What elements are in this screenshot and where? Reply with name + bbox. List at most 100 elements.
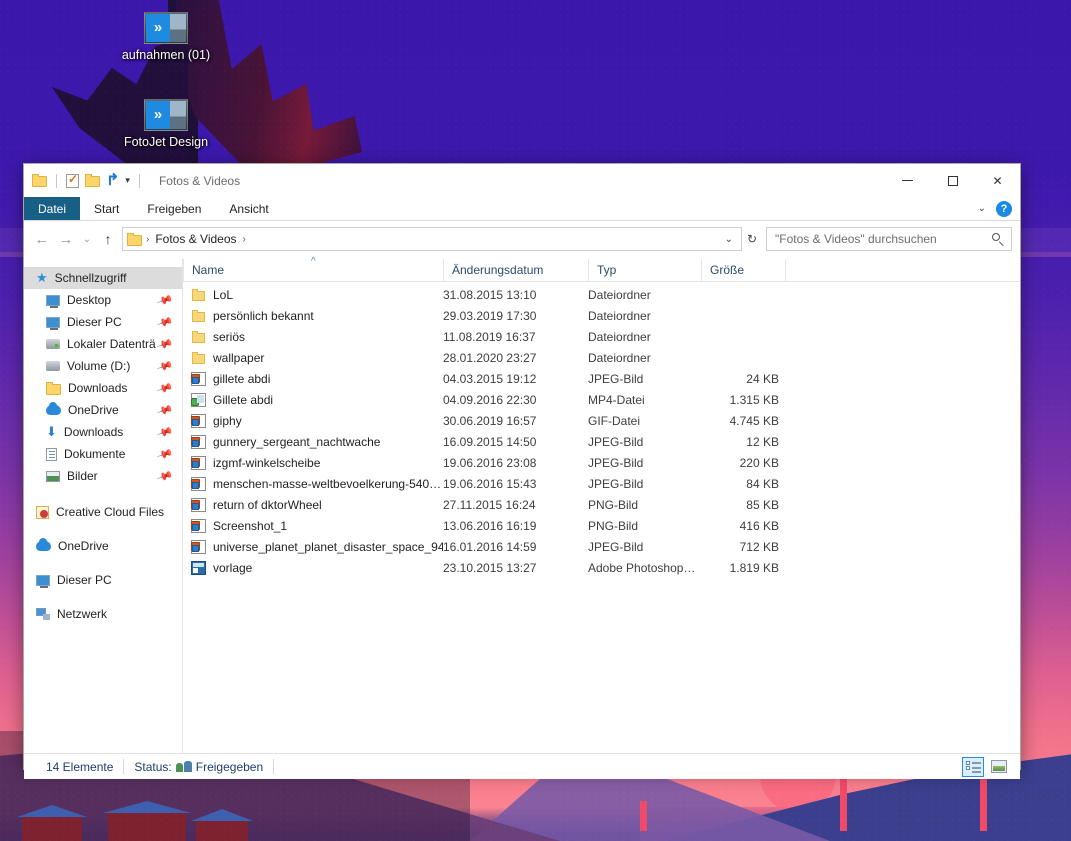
table-row[interactable]: persönlich bekannt 29.03.2019 17:30 Dateio… <box>183 305 1020 326</box>
chevron-down-icon[interactable]: ⌄ <box>725 234 737 245</box>
large-icons-view-button[interactable] <box>988 757 1010 777</box>
pin-icon[interactable]: 📌 <box>156 357 174 375</box>
help-icon[interactable]: ? <box>996 200 1012 217</box>
cell-name[interactable]: LoL <box>183 288 443 302</box>
forward-button[interactable]: → <box>54 227 78 251</box>
folder-icon <box>191 351 206 365</box>
table-row[interactable]: Gillete abdi 04.09.2016 22:30 MP4-Datei 1.3… <box>183 389 1020 410</box>
pin-icon[interactable]: 📌 <box>156 467 174 485</box>
table-row[interactable]: wallpaper 28.01.2020 23:27 Dateiordner <box>183 347 1020 368</box>
sidebar-item-label: Dokumente <box>64 447 126 461</box>
sidebar-item-label: Downloads <box>63 425 124 439</box>
cell-name[interactable]: vorlage <box>183 560 443 575</box>
tab-ansicht[interactable]: Ansicht <box>215 197 282 220</box>
file-name: menschen-masse-weltbevoelkerung-540… <box>213 476 442 491</box>
properties-icon[interactable] <box>66 172 79 188</box>
drive-icon <box>46 361 60 371</box>
sidebar-item-onedrive-pinned[interactable]: OneDrive 📌 <box>24 399 182 421</box>
pin-icon[interactable]: 📌 <box>156 445 174 463</box>
cell-type: PNG-Bild <box>588 518 639 533</box>
desktop-icon-fotojet[interactable]: » FotoJet Design <box>110 99 222 150</box>
table-row[interactable]: vorlage 23.10.2015 13:27 Adobe Photoshop… 1… <box>183 557 1020 578</box>
table-row[interactable]: menschen-masse-weltbevoelkerung-540… 19.0… <box>183 473 1020 494</box>
file-rows: LoL 31.08.2015 13:10 Dateiordner persönlich… <box>183 282 1020 753</box>
cell-name[interactable]: gunnery_sergeant_nachtwache <box>183 434 443 449</box>
cell-size: 712 KB <box>739 539 779 554</box>
column-header-type[interactable]: Typ <box>588 259 701 281</box>
cell-name[interactable]: Gillete abdi <box>183 392 443 407</box>
maximize-button[interactable] <box>930 164 975 197</box>
expand-ribbon-icon[interactable]: ⌄ <box>978 203 986 214</box>
pin-icon[interactable]: 📌 <box>156 423 174 441</box>
sidebar-item-dokumente[interactable]: Dokumente 📌 <box>24 443 182 465</box>
sidebar-item-schnellzugriff[interactable]: ★ Schnellzugriff <box>24 267 182 289</box>
new-folder-icon[interactable] <box>85 174 100 187</box>
table-row[interactable]: gunnery_sergeant_nachtwache 16.09.2015 14… <box>183 431 1020 452</box>
table-row[interactable]: return of dktorWheel 27.11.2015 16:24 PNG-… <box>183 494 1020 515</box>
cell-name[interactable]: menschen-masse-weltbevoelkerung-540… <box>183 476 443 491</box>
minimize-button[interactable] <box>885 164 930 197</box>
search-icon[interactable] <box>992 232 1005 246</box>
pin-icon[interactable]: 📌 <box>156 291 174 309</box>
sidebar-item-downloads-folder[interactable]: Downloads 📌 <box>24 377 182 399</box>
cell-name[interactable]: return of dktorWheel <box>183 497 443 512</box>
sidebar-item-dieser-pc[interactable]: Dieser PC 📌 <box>24 311 182 333</box>
cell-name[interactable]: universe_planet_planet_disaster_space_94… <box>183 539 443 554</box>
breadcrumb-separator[interactable]: › <box>243 234 246 245</box>
cell-name[interactable]: wallpaper <box>183 351 443 365</box>
cell-name[interactable]: gillete abdi <box>183 371 443 386</box>
search-input[interactable] <box>773 231 992 247</box>
table-row[interactable]: giphy 30.06.2019 16:57 GIF-Datei 4.745 KB <box>183 410 1020 431</box>
sidebar-item-creative-cloud-files[interactable]: Creative Cloud Files <box>24 501 182 523</box>
desktop-icon-aufnahmen[interactable]: » aufnahmen (01) <box>110 12 222 63</box>
table-row[interactable]: seriös 11.08.2019 16:37 Dateiordner <box>183 326 1020 347</box>
cell-name[interactable]: seriös <box>183 330 443 344</box>
cell-size: 1.819 KB <box>729 560 779 575</box>
table-row[interactable]: izgmf-winkelscheibe 19.06.2016 23:08 JPEG-… <box>183 452 1020 473</box>
cell-name[interactable]: Screenshot_1 <box>183 518 443 533</box>
up-button[interactable]: ↑ <box>96 227 120 251</box>
close-button[interactable]: ✕ <box>975 164 1020 197</box>
column-header-date[interactable]: Änderungsdatum <box>443 259 588 281</box>
sidebar-item-label: Dieser PC <box>57 573 112 587</box>
pin-icon[interactable]: 📌 <box>156 313 174 331</box>
tab-freigeben[interactable]: Freigeben <box>133 197 215 220</box>
table-row[interactable]: universe_planet_planet_disaster_space_94… <box>183 536 1020 557</box>
folder-icon[interactable] <box>32 174 47 187</box>
table-row[interactable]: Screenshot_1 13.06.2016 16:19 PNG-Bild 416 … <box>183 515 1020 536</box>
sidebar-item-onedrive[interactable]: OneDrive <box>24 535 182 557</box>
breadcrumb[interactable]: › Fotos & Videos › ⌄ <box>122 227 742 251</box>
table-row[interactable]: LoL 31.08.2015 13:10 Dateiordner <box>183 284 1020 305</box>
sidebar-item-desktop[interactable]: Desktop 📌 <box>24 289 182 311</box>
breadcrumb-separator: › <box>146 233 150 245</box>
sidebar-item-netzwerk[interactable]: Netzwerk <box>24 603 182 625</box>
details-view-button[interactable] <box>962 756 984 777</box>
pic-icon <box>191 476 206 491</box>
pin-icon[interactable]: 📌 <box>156 335 174 353</box>
sidebar-item-lokaler-datentraeger[interactable]: Lokaler Datenträ 📌 <box>24 333 182 355</box>
pin-icon[interactable]: 📌 <box>156 379 174 397</box>
sidebar-item-downloads[interactable]: ⬇ Downloads 📌 <box>24 421 182 443</box>
sidebar-item-bilder[interactable]: Bilder 📌 <box>24 465 182 487</box>
cloud-icon <box>36 538 51 551</box>
table-row[interactable]: gillete abdi 04.03.2015 19:12 JPEG-Bild 24 … <box>183 368 1020 389</box>
back-button[interactable]: ← <box>30 227 54 251</box>
sidebar-item-this-pc[interactable]: Dieser PC <box>24 569 182 591</box>
pin-icon[interactable]: 📌 <box>156 401 174 419</box>
refresh-button[interactable]: ↻ <box>742 228 762 250</box>
cell-name[interactable]: giphy <box>183 413 443 428</box>
cell-name[interactable]: persönlich bekannt <box>183 309 443 323</box>
cell-name[interactable]: izgmf-winkelscheibe <box>183 455 443 470</box>
chevron-down-icon[interactable]: ▾ <box>125 175 130 186</box>
tab-datei[interactable]: Datei <box>24 197 81 220</box>
sidebar-item-volume-d[interactable]: Volume (D:) 📌 <box>24 355 182 377</box>
column-header-size[interactable]: Größe <box>701 259 785 281</box>
search-box[interactable] <box>766 227 1012 251</box>
tab-start[interactable]: Start <box>80 197 133 220</box>
status-bar: 14 Elemente Status: Freigegeben <box>24 753 1020 779</box>
undo-icon[interactable]: ↰ <box>106 172 119 189</box>
breadcrumb-item[interactable]: Fotos & Videos <box>153 232 238 246</box>
cloud-icon <box>46 402 61 415</box>
recent-locations-button[interactable]: ⌄ <box>78 227 96 251</box>
navigation-pane: ★ Schnellzugriff Desktop 📌 Dieser PC 📌 L… <box>24 259 183 753</box>
